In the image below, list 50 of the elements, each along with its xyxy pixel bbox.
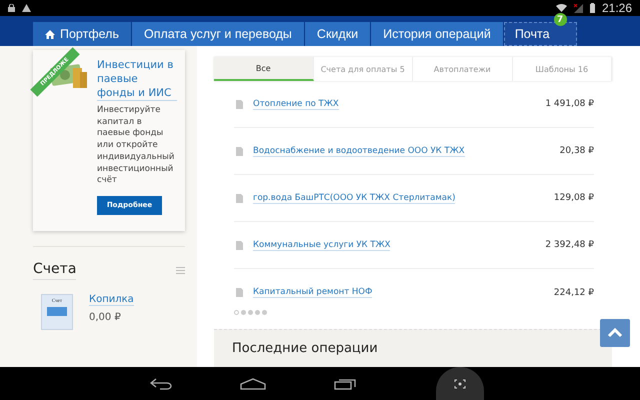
filter-tab[interactable]: Автоплатежи (413, 57, 512, 81)
promo-link[interactable]: Инвестиции в паевые фонды и ИИС (97, 58, 177, 101)
page-dot[interactable] (241, 310, 246, 315)
account-link[interactable]: Копилка (89, 294, 134, 306)
document-icon (236, 240, 243, 250)
payment-link[interactable]: Капитальный ремонт НОФ (253, 287, 372, 298)
filter-tab[interactable]: Шаблоны 16 (512, 57, 612, 81)
section-title: Счета (33, 261, 76, 280)
promo-text: Инвестируйте капитал в паевые фонды или откройте индивидуальный инвестиционный счёт (97, 105, 176, 187)
home-icon[interactable] (240, 378, 266, 390)
home-icon (45, 30, 55, 38)
page-dot[interactable] (262, 310, 267, 315)
payment-amount: 129,08 ₽ (554, 193, 594, 203)
account-balance: 0,00 ₽ (89, 312, 122, 323)
document-icon (236, 146, 243, 156)
payment-amount: 20,38 ₽ (560, 146, 594, 156)
lock-icon (8, 4, 15, 12)
filter-tab[interactable]: Счета для оплаты 5 (314, 57, 413, 81)
screenshot-button[interactable] (436, 367, 484, 400)
payment-amount: 1 491,08 ₽ (545, 99, 594, 109)
nav-tab[interactable]: Портфель (33, 22, 131, 46)
payment-link[interactable]: Водоснабжение и водоотведение ООО УК ТЖХ (253, 146, 465, 156)
page-dot[interactable] (255, 310, 260, 315)
nav-tab[interactable]: История операций (371, 22, 503, 46)
back-icon[interactable] (150, 378, 172, 390)
recent-apps-icon[interactable] (334, 378, 356, 390)
wifi-icon (556, 4, 567, 12)
scroll-up-button[interactable] (600, 319, 630, 347)
nav-tab[interactable]: Почта (504, 22, 577, 46)
page-dot[interactable] (234, 310, 239, 315)
page-dot[interactable] (248, 310, 253, 315)
warning-icon (22, 4, 31, 12)
payment-link[interactable]: Коммунальные услуги УК ТЖХ (253, 240, 390, 250)
chevron-up-icon (607, 328, 623, 338)
menu-icon[interactable] (176, 267, 185, 274)
nav-tab[interactable]: Оплата услуг и переводы (132, 22, 304, 46)
document-icon (236, 100, 243, 108)
filter-tab[interactable]: Все (214, 57, 314, 81)
payment-link[interactable]: Отопление по ТЖХ (253, 98, 339, 110)
payment-amount: 2 392,48 ₽ (545, 240, 594, 250)
document-icon (236, 194, 243, 202)
battery-icon (590, 3, 595, 13)
document-icon (236, 288, 243, 297)
clock-time: 21:26 (602, 1, 632, 15)
screenshot-icon (454, 378, 466, 388)
payment-amount: 224,12 ₽ (554, 288, 594, 298)
payment-link[interactable]: гор.вода БашРТС(ООО УК ТЖХ Стерлитамак) (253, 192, 456, 204)
section-title: Последние операции (232, 341, 378, 356)
signal-icon (574, 4, 583, 12)
nav-tab[interactable]: Скидки (304, 22, 370, 46)
